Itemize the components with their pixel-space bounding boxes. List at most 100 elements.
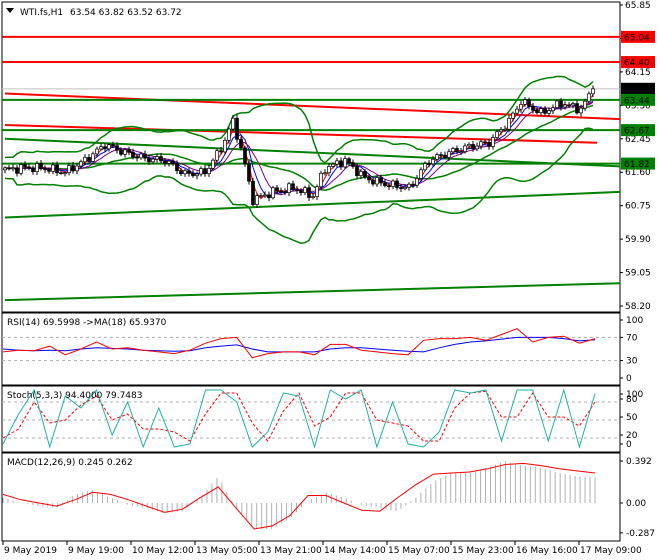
candle-bull: [195, 173, 199, 177]
candle-bull: [11, 167, 15, 170]
candle-bull: [199, 168, 203, 175]
candle-bull: [231, 117, 235, 130]
candle-bull: [591, 88, 595, 95]
price-tick-label: 60.75: [625, 202, 651, 212]
candle-bull: [227, 128, 231, 141]
candle-bear: [187, 170, 191, 174]
candle-bear: [439, 154, 443, 156]
rsi-tick-label: 100: [626, 316, 643, 326]
candle-bull: [151, 158, 155, 163]
chart-window: 65.8565.0064.1563.3062.4561.6060.7559.90…: [0, 0, 660, 560]
candle-bull: [463, 145, 467, 152]
candle-bull: [495, 131, 499, 138]
price-level-label: 65.04: [624, 33, 650, 43]
price-tick-label: 59.90: [625, 235, 651, 245]
macd-tick-label: -0.287: [626, 529, 655, 539]
candle-bear: [299, 190, 303, 194]
candle-bear: [371, 179, 375, 185]
candle-bull: [255, 195, 259, 205]
chart-canvas[interactable]: 65.8565.0064.1563.3062.4561.6060.7559.90…: [0, 0, 660, 560]
candle-bull: [407, 183, 411, 188]
rsi-tick-label: 70: [626, 333, 638, 343]
candle-bull: [107, 144, 111, 150]
candle-bear: [379, 177, 383, 184]
candle-bull: [447, 151, 451, 158]
candle-bull: [323, 172, 327, 175]
price-tick-label: 59.05: [625, 269, 651, 279]
candle-bear: [531, 106, 535, 111]
price-level-label: 61.82: [624, 160, 650, 170]
candle-bull: [419, 169, 423, 179]
candle-bear: [143, 153, 147, 159]
candle-bull: [79, 161, 83, 167]
candle-bull: [331, 163, 335, 167]
candle-bear: [191, 173, 195, 177]
macd-signal-line: [2, 462, 596, 530]
price-level-label: 64.40: [624, 59, 650, 69]
candle-bull: [435, 154, 439, 160]
candle-bear: [31, 167, 35, 173]
candle-bear: [235, 117, 239, 140]
candle-bear: [219, 150, 223, 153]
chart-symbol: WTI.fs,H1: [20, 8, 63, 18]
candle-bear: [295, 189, 299, 192]
time-tick-label: 10 May 12:00: [132, 546, 194, 556]
candle-bear: [43, 168, 47, 171]
candle-bear: [367, 176, 371, 181]
candle-bull: [451, 148, 455, 153]
candle-bear: [411, 183, 415, 186]
candle-bear: [7, 167, 11, 170]
candle-bull: [579, 107, 583, 114]
candle-bear: [247, 163, 251, 182]
candle-bull: [467, 144, 471, 147]
candle-bull: [303, 187, 307, 194]
candle-bull: [63, 172, 67, 175]
candle-bear: [15, 167, 19, 174]
candle-bear: [339, 160, 343, 168]
candle-bull: [35, 163, 39, 173]
candle-bull: [343, 158, 347, 168]
candle-bull: [475, 145, 479, 150]
candle-bull: [583, 100, 587, 109]
price-level-label: 63.72: [624, 85, 650, 95]
candle-bear: [171, 160, 175, 165]
candle-bear: [363, 171, 367, 178]
candle-bull: [91, 153, 95, 162]
macd-tick-label: 0.00: [626, 499, 646, 509]
candle-bull: [459, 151, 463, 153]
candle-bull: [99, 146, 103, 150]
candle-bear: [267, 194, 271, 199]
candle-bear: [115, 145, 119, 151]
candle-bull: [391, 180, 395, 187]
candle-bear: [59, 172, 63, 175]
candle-bear: [23, 164, 27, 168]
candle-bull: [547, 110, 551, 114]
macd-tick-label: 0.392: [626, 457, 652, 467]
candle-bull: [263, 194, 267, 197]
candle-bear: [131, 151, 135, 158]
candle-bear: [47, 169, 51, 172]
trendline: [4, 282, 621, 302]
candle-bear: [147, 157, 151, 163]
candle-bear: [135, 156, 139, 159]
time-tick-label: 15 May 23:00: [452, 546, 514, 556]
candle-bull: [83, 157, 87, 163]
candle-bull: [523, 99, 527, 105]
price-tick-label: 65.85: [625, 1, 651, 11]
candle-bear: [543, 108, 547, 114]
stoch-label: Stoch(5,3,3) 94.4000 79.7483: [7, 391, 142, 401]
candle-bear: [399, 187, 403, 189]
time-tick-label: 13 May 21:00: [260, 546, 322, 556]
candle-bull: [571, 103, 575, 106]
candle-bear: [55, 164, 59, 174]
candle-bull: [67, 165, 71, 174]
time-tick-label: 13 May 05:00: [196, 546, 258, 556]
time-tick-label: 16 May 16:00: [516, 546, 578, 556]
triangle-down-icon[interactable]: [6, 8, 14, 13]
bollinger-upper: [4, 75, 594, 164]
candle-bull: [563, 104, 567, 108]
candle-bull: [499, 129, 503, 133]
candle-bull: [287, 183, 291, 193]
time-tick-label: 15 May 07:00: [388, 546, 450, 556]
candle-bull: [511, 112, 515, 119]
